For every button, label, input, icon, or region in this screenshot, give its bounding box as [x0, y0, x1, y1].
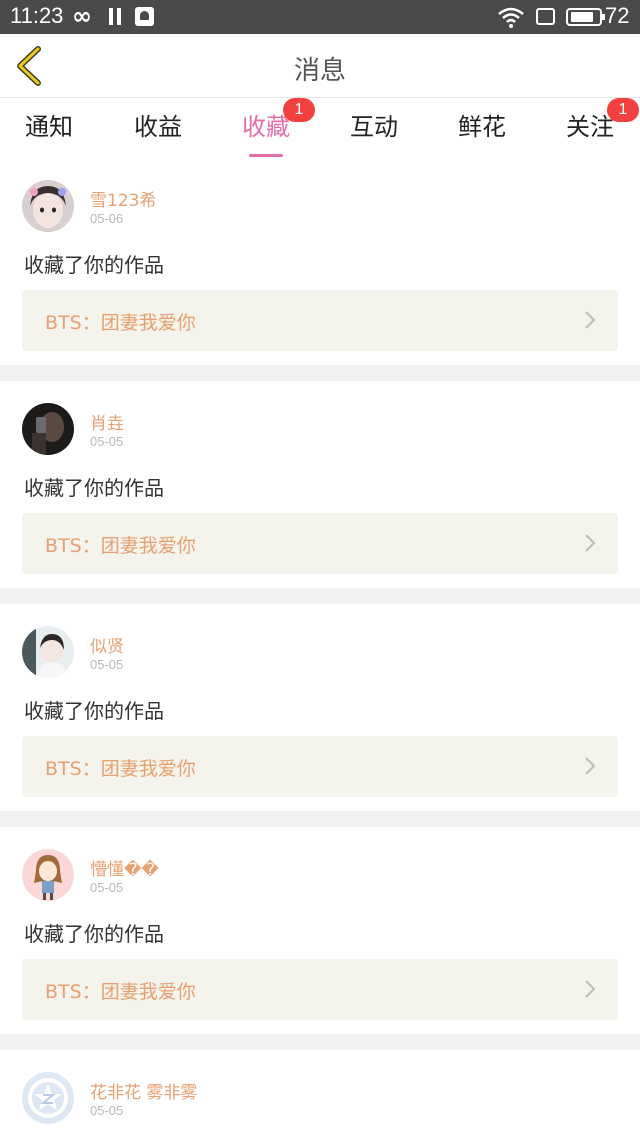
avatar-image: [22, 180, 74, 232]
tab-label: 收益: [134, 113, 182, 141]
action-text: 收藏了你的作品: [24, 476, 164, 500]
battery-icon: [566, 8, 605, 26]
avatar[interactable]: [22, 180, 74, 232]
notification-icon: [135, 7, 154, 26]
avatar[interactable]: [22, 403, 74, 455]
list-item: 肖垚 05-05 收藏了你的作品 BTS：团妻我爱你: [0, 381, 640, 588]
status-bar: 11:23 ∞ 72: [0, 0, 640, 34]
tab-bar: 通知 收益 收藏 1 互动 鲜花 关注 1: [0, 98, 640, 157]
timestamp: 05-05: [90, 434, 124, 449]
tab-label: 收藏: [242, 113, 290, 141]
battery-level: 72: [605, 3, 630, 28]
avatar[interactable]: [22, 849, 74, 901]
rotation-icon: [536, 8, 555, 25]
work-link[interactable]: BTS：团妻我爱你: [22, 959, 618, 1020]
timestamp: 05-05: [90, 880, 124, 895]
timestamp: 05-05: [90, 1103, 124, 1118]
username[interactable]: 雪123希: [90, 186, 156, 211]
work-title: BTS：团妻我爱你: [45, 312, 196, 334]
tab-favorites[interactable]: 收藏 1: [221, 98, 315, 157]
tab-interactions[interactable]: 互动: [329, 107, 419, 155]
unread-badge: 1: [283, 98, 315, 122]
page-title: 消息: [293, 56, 346, 86]
chevron-right-icon: [585, 311, 596, 329]
username[interactable]: 似贤: [90, 632, 124, 657]
tab-earnings[interactable]: 收益: [113, 107, 203, 155]
tab-notifications[interactable]: 通知: [4, 107, 94, 155]
avatar-image: [22, 849, 74, 901]
username[interactable]: 懵懂��: [90, 855, 159, 880]
work-title: BTS：团妻我爱你: [45, 981, 196, 1003]
list-item: 懵懂�� 05-05 收藏了你的作品 BTS：团妻我爱你: [0, 827, 640, 1034]
tab-label: 关注: [566, 113, 614, 141]
unread-badge: 1: [607, 98, 639, 122]
tab-label: 通知: [25, 113, 73, 141]
tab-label: 互动: [350, 113, 398, 141]
work-link[interactable]: BTS：团妻我爱你: [22, 290, 618, 351]
chevron-right-icon: [585, 757, 596, 775]
timestamp: 05-05: [90, 657, 124, 672]
list-item: 似贤 05-05 收藏了你的作品 BTS：团妻我爱你: [0, 604, 640, 811]
username[interactable]: 肖垚: [90, 409, 124, 434]
divider: [0, 588, 640, 604]
work-title: BTS：团妻我爱你: [45, 758, 196, 780]
list-item: 雪123希 05-06 收藏了你的作品 BTS：团妻我爱你: [0, 158, 640, 365]
work-link[interactable]: BTS：团妻我爱你: [22, 736, 618, 797]
active-tab-indicator: [249, 154, 283, 157]
avatar[interactable]: [22, 1072, 74, 1124]
avatar-image: [22, 1072, 74, 1124]
chevron-right-icon: [585, 980, 596, 998]
wifi-icon: [498, 7, 524, 28]
action-text: 收藏了你的作品: [24, 253, 164, 277]
timestamp: 05-06: [90, 211, 124, 226]
work-title: BTS：团妻我爱你: [45, 535, 196, 557]
divider: [0, 811, 640, 827]
header: 消息: [0, 34, 640, 98]
action-text: 收藏了你的作品: [24, 699, 164, 723]
chevron-right-icon: [585, 534, 596, 552]
avatar-image: [22, 403, 74, 455]
tab-flowers[interactable]: 鲜花: [437, 107, 527, 155]
avatar-image: [22, 626, 74, 678]
action-text: 收藏了你的作品: [24, 922, 164, 946]
divider: [0, 365, 640, 381]
pause-icon: [108, 8, 122, 25]
status-time: 11:23: [10, 3, 64, 28]
list-item: 花非花 雾非雾 05-05: [0, 1050, 640, 1138]
divider: [0, 1034, 640, 1050]
tab-follows[interactable]: 关注 1: [545, 98, 639, 155]
username[interactable]: 花非花 雾非雾: [90, 1078, 197, 1103]
avatar[interactable]: [22, 626, 74, 678]
infinity-icon: ∞: [72, 2, 92, 30]
work-link[interactable]: BTS：团妻我爱你: [22, 513, 618, 574]
tab-label: 鲜花: [458, 113, 506, 141]
